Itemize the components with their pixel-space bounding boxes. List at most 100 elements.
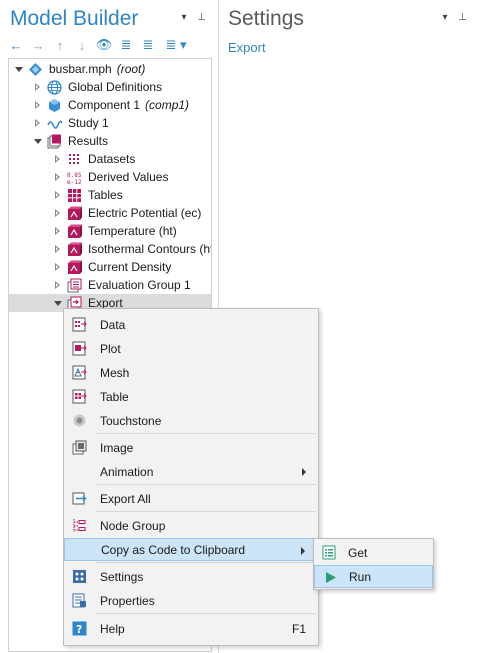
tree-node-label: Global Definitions <box>68 80 163 94</box>
expand-arrow-icon[interactable] <box>33 100 43 110</box>
tree-node-evaluation-group-1[interactable]: Evaluation Group 1 <box>9 276 211 294</box>
expand-arrow-icon[interactable] <box>53 226 63 236</box>
menu-separator <box>96 484 316 485</box>
back-arrow-icon[interactable]: ← <box>8 37 24 53</box>
submenu-item-get[interactable]: Get <box>314 541 433 564</box>
menu-item-copy-as-code[interactable]: Copy as Code to Clipboard <box>64 538 318 561</box>
plot-group-3d-icon <box>67 224 82 239</box>
menu-item-touchstone[interactable]: Touchstone <box>64 409 318 432</box>
tree-node-tag: (comp1) <box>145 98 190 112</box>
tree-node-label: Electric Potential (ec) <box>88 206 202 220</box>
table-icon <box>67 188 82 203</box>
tree-node-label: Derived Values <box>88 170 169 184</box>
menu-item-mesh[interactable]: Mesh <box>64 361 318 384</box>
forward-arrow-icon[interactable]: → <box>30 37 46 53</box>
tree-node-electric-potential[interactable]: Electric Potential (ec) <box>9 204 211 222</box>
properties-icon <box>72 593 87 608</box>
model-builder-toolbar: ← → ↑ ↓ 👁 ≣ ≣ ≣ ▾ <box>8 36 190 54</box>
derived-values-icon: 8.85 e-12 <box>67 170 82 186</box>
evaluation-group-icon <box>67 278 82 293</box>
view-options-icon[interactable]: ≣ ▾ <box>162 37 190 53</box>
data-export-icon <box>72 317 87 332</box>
menu-item-image[interactable]: Image <box>64 436 318 459</box>
menu-item-settings[interactable]: Settings <box>64 565 318 588</box>
model-file-icon <box>28 62 43 77</box>
panel-title: Model Builder <box>10 7 139 30</box>
panel-menu-pin-icons[interactable]: ▾ ⊥ <box>442 12 471 23</box>
menu-separator <box>96 562 316 563</box>
expand-arrow-icon[interactable] <box>33 118 43 128</box>
copy-as-code-submenu: Get Run <box>313 538 434 590</box>
panel-title: Settings <box>228 7 304 30</box>
menu-item-help[interactable]: ? Help F1 <box>64 617 318 640</box>
menu-separator <box>96 511 316 512</box>
settings-icon <box>72 569 87 584</box>
menu-item-export-all[interactable]: Export All <box>64 487 318 510</box>
collapse-arrow-icon[interactable] <box>14 64 24 74</box>
menu-item-table[interactable]: Table <box>64 385 318 408</box>
study-icon <box>47 116 63 131</box>
tree-node-label: Results <box>68 134 109 148</box>
tree-node-label: busbar.mph <box>49 62 112 76</box>
collapse-all-icon[interactable]: ≣ <box>118 37 134 53</box>
tree-node-label: Evaluation Group 1 <box>88 278 191 292</box>
submenu-arrow-icon <box>302 468 306 476</box>
tree-node-root[interactable]: busbar.mph (root) <box>9 60 211 78</box>
expand-all-icon[interactable]: ≣ <box>140 37 156 53</box>
tree-node-datasets[interactable]: Datasets <box>9 150 211 168</box>
plot-group-3d-icon <box>67 242 82 257</box>
tree-node-component-1[interactable]: Component 1 (comp1) <box>9 96 211 114</box>
tree-node-tables[interactable]: Tables <box>9 186 211 204</box>
tree-node-results[interactable]: Results <box>9 132 211 150</box>
image-icon <box>72 440 87 455</box>
submenu-item-run[interactable]: Run <box>314 565 433 588</box>
tree-node-temperature[interactable]: Temperature (ht) <box>9 222 211 240</box>
svg-text:8.85: 8.85 <box>67 172 82 179</box>
plot-group-3d-icon <box>67 206 82 221</box>
panel-menu-pin-icons[interactable]: ▾ ⊥ <box>181 12 210 23</box>
menu-item-animation[interactable]: Animation <box>64 460 318 483</box>
touchstone-icon <box>72 413 87 428</box>
expand-arrow-icon[interactable] <box>53 172 63 182</box>
results-icon <box>47 134 62 149</box>
svg-text:e-12: e-12 <box>67 179 82 185</box>
menu-item-node-group[interactable]: Node Group <box>64 514 318 537</box>
move-up-icon[interactable]: ↑ <box>52 37 68 53</box>
submenu-arrow-icon <box>301 547 305 555</box>
show-icon[interactable]: 👁 <box>96 37 113 53</box>
expand-arrow-icon[interactable] <box>53 262 63 272</box>
menu-separator <box>96 613 316 614</box>
node-group-icon <box>72 518 87 533</box>
expand-arrow-icon[interactable] <box>53 208 63 218</box>
menu-separator <box>96 433 316 434</box>
menu-item-plot[interactable]: Plot <box>64 337 318 360</box>
mesh-export-icon <box>72 365 87 380</box>
plot-group-3d-icon <box>67 260 82 275</box>
tree-node-label: Tables <box>88 188 123 202</box>
move-down-icon[interactable]: ↓ <box>74 37 90 53</box>
collapse-arrow-icon[interactable] <box>53 298 63 308</box>
dataset-grid-icon <box>67 152 82 167</box>
expand-arrow-icon[interactable] <box>53 244 63 254</box>
tree-node-label: Component 1 <box>68 98 141 112</box>
tree-node-study-1[interactable]: Study 1 <box>9 114 211 132</box>
tree-node-label: Datasets <box>88 152 136 166</box>
export-all-icon <box>72 491 87 506</box>
tree-node-tag: (root) <box>116 62 146 76</box>
tree-node-derived-values[interactable]: 8.85 e-12 Derived Values <box>9 168 211 186</box>
tree-node-global-definitions[interactable]: Global Definitions <box>9 78 211 96</box>
expand-arrow-icon[interactable] <box>53 154 63 164</box>
tree-node-label: Study 1 <box>68 116 109 130</box>
menu-item-data[interactable]: Data <box>64 313 318 336</box>
collapse-arrow-icon[interactable] <box>33 136 43 146</box>
globe-icon <box>47 79 62 95</box>
help-icon: ? <box>72 621 87 636</box>
tree-node-current-density[interactable]: Current Density <box>9 258 211 276</box>
expand-arrow-icon[interactable] <box>53 280 63 290</box>
tree-node-isothermal-contours[interactable]: Isothermal Contours (ht) <box>9 240 211 258</box>
tree-node-label: Current Density <box>88 260 172 274</box>
expand-arrow-icon[interactable] <box>33 82 43 92</box>
expand-arrow-icon[interactable] <box>53 190 63 200</box>
menu-item-properties[interactable]: Properties <box>64 589 318 612</box>
settings-subtitle: Export <box>228 40 266 55</box>
